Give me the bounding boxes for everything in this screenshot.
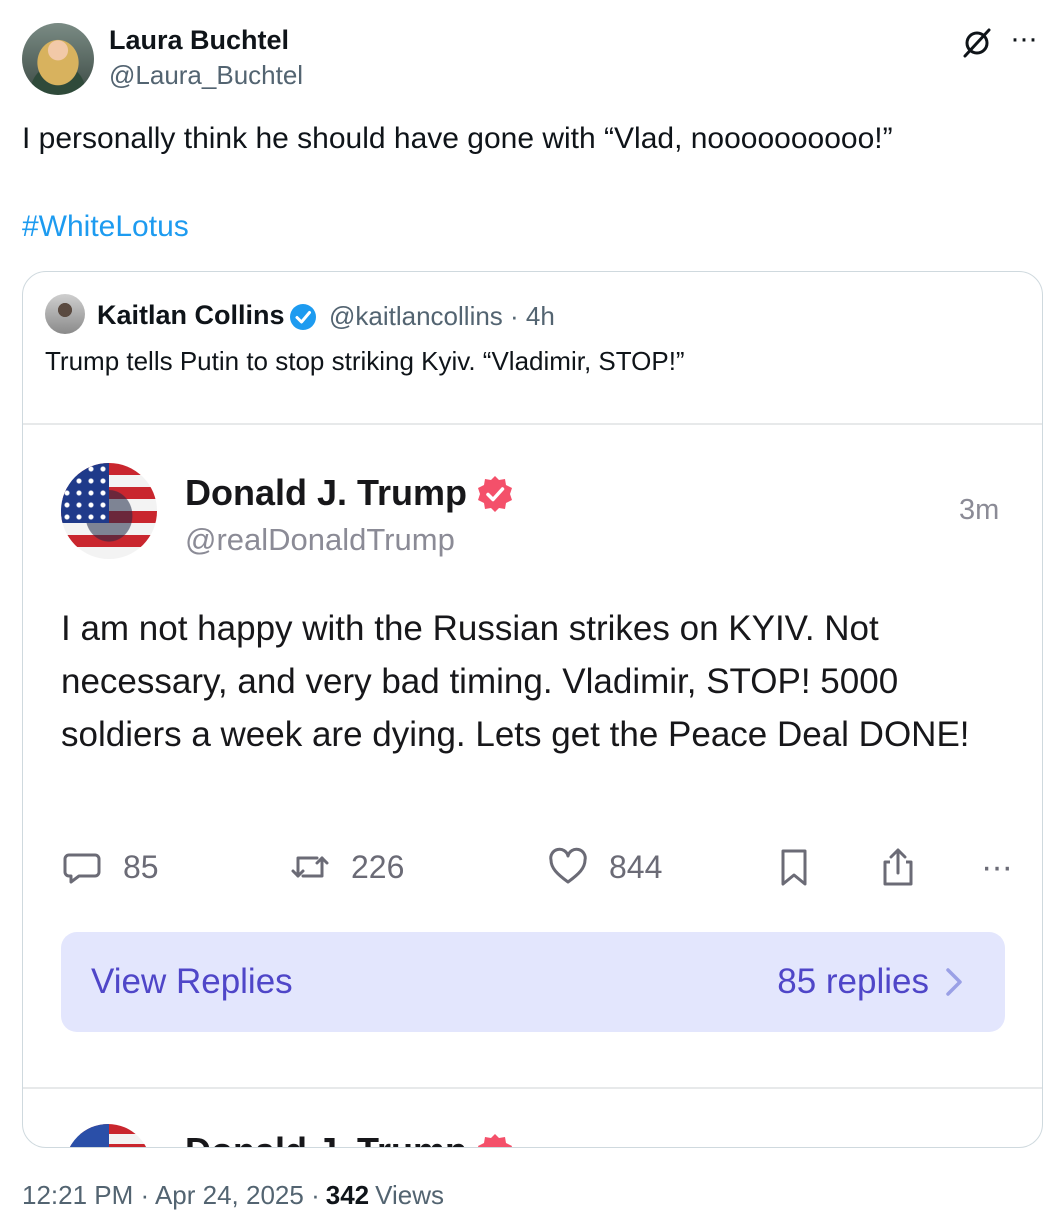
quoted-author-avatar xyxy=(45,294,85,334)
next-post-avatar xyxy=(65,1124,151,1147)
tweet-metadata: 12:21 PM · Apr 24, 2025 · 342 Views xyxy=(22,1180,444,1211)
more-icon: ··· xyxy=(981,847,1013,886)
author-avatar[interactable] xyxy=(22,23,94,95)
next-post-author-name: Donald J. Trump xyxy=(185,1130,467,1147)
grok-icon[interactable] xyxy=(960,26,994,60)
views-label: Views xyxy=(375,1180,445,1210)
quoted-text: Trump tells Putin to stop striking Kyiv.… xyxy=(45,346,685,376)
repost-icon xyxy=(291,856,329,878)
repost-count: 226 xyxy=(351,848,405,885)
view-replies-bar: View Replies 85 replies xyxy=(61,932,1005,1032)
embedded-author-avatar xyxy=(61,463,157,559)
reply-icon xyxy=(63,853,101,884)
heart-icon xyxy=(549,847,587,884)
bookmark-icon xyxy=(781,849,807,886)
share-icon xyxy=(883,848,913,886)
quoted-author-name: Kaitlan Collins xyxy=(97,300,285,330)
quoted-tweet-card[interactable]: Kaitlan Collins @kaitlancollins · 4h Tru… xyxy=(22,271,1043,1148)
verified-badge-icon xyxy=(478,476,512,512)
like-action: 844 xyxy=(547,842,662,892)
view-replies-count: 85 replies xyxy=(777,962,929,1001)
embedded-author-handle: @realDonaldTrump xyxy=(185,522,455,557)
author-handle[interactable]: @Laura_Buchtel xyxy=(109,60,303,91)
bookmark-action xyxy=(773,842,815,892)
views-count: 342 xyxy=(325,1180,370,1210)
divider xyxy=(23,1087,1042,1089)
author-name[interactable]: Laura Buchtel xyxy=(109,25,289,56)
reply-action: 85 xyxy=(61,842,159,892)
verified-badge-icon xyxy=(290,304,316,330)
divider xyxy=(23,423,1042,425)
embedded-post-time: 3m xyxy=(959,494,1000,526)
embedded-action-bar: 85 226 844 ··· xyxy=(61,842,1013,892)
reply-count: 85 xyxy=(123,848,159,885)
verified-badge-icon xyxy=(478,1134,512,1147)
like-count: 844 xyxy=(609,848,663,885)
view-replies-label: View Replies xyxy=(91,962,293,1001)
hashtag-link[interactable]: #WhiteLotus xyxy=(22,210,189,244)
share-action xyxy=(877,842,919,892)
more-options-icon[interactable]: ··· xyxy=(1010,24,1044,58)
embedded-author-name: Donald J. Trump xyxy=(185,472,468,513)
embedded-post-body: I am not happy with the Russian strikes … xyxy=(61,609,970,754)
tweet-text: I personally think he should have gone w… xyxy=(22,122,893,155)
timestamp[interactable]: 12:21 PM · Apr 24, 2025 · xyxy=(22,1180,320,1211)
quoted-handle-time: @kaitlancollins · 4h xyxy=(329,301,555,331)
repost-action: 226 xyxy=(289,842,404,892)
flag-stars xyxy=(61,463,109,523)
chevron-right-icon xyxy=(946,968,962,996)
